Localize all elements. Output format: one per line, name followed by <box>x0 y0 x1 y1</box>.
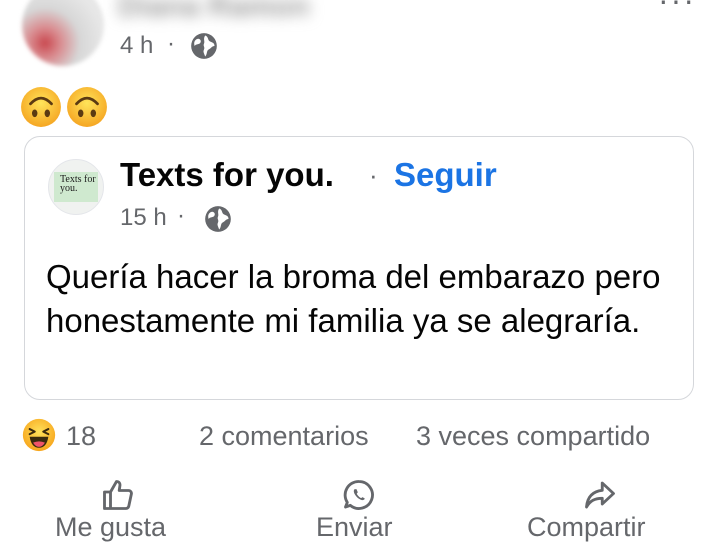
thumbs-up-icon <box>103 480 133 510</box>
globe-icon <box>191 33 217 59</box>
upside-down-face-emoji <box>67 87 107 127</box>
separator-dot: · <box>167 30 175 57</box>
send-label[interactable]: Enviar <box>316 512 393 543</box>
shared-post-timestamp[interactable]: 15 h <box>120 204 167 232</box>
follow-button[interactable]: Seguir <box>394 156 497 194</box>
page-logo: Texts for you. <box>54 172 98 202</box>
page-avatar[interactable]: Texts for you. <box>48 159 104 215</box>
shared-post-text: Quería hacer la broma del embarazo pero … <box>46 258 661 339</box>
globe-icon <box>205 206 231 232</box>
share-arrow-icon <box>585 481 615 509</box>
haha-reaction-icon[interactable] <box>22 418 56 452</box>
reaction-count[interactable]: 18 <box>66 421 96 452</box>
shares-count[interactable]: 3 veces compartido <box>416 421 650 452</box>
whatsapp-icon <box>343 480 374 510</box>
author-avatar[interactable] <box>22 0 104 66</box>
share-label[interactable]: Compartir <box>527 512 646 543</box>
upside-down-face-emoji <box>21 87 61 127</box>
author-name[interactable]: Diana Ramon <box>118 0 310 24</box>
comments-count[interactable]: 2 comentarios <box>199 421 369 452</box>
like-label[interactable]: Me gusta <box>55 512 166 543</box>
more-options-icon[interactable]: ··· <box>658 0 696 19</box>
post-timestamp[interactable]: 4 h <box>120 32 153 60</box>
separator-dot: · <box>369 160 378 190</box>
page-name[interactable]: Texts for you. <box>120 156 334 194</box>
separator-dot: · <box>177 202 185 229</box>
post-text-emojis <box>20 86 108 128</box>
